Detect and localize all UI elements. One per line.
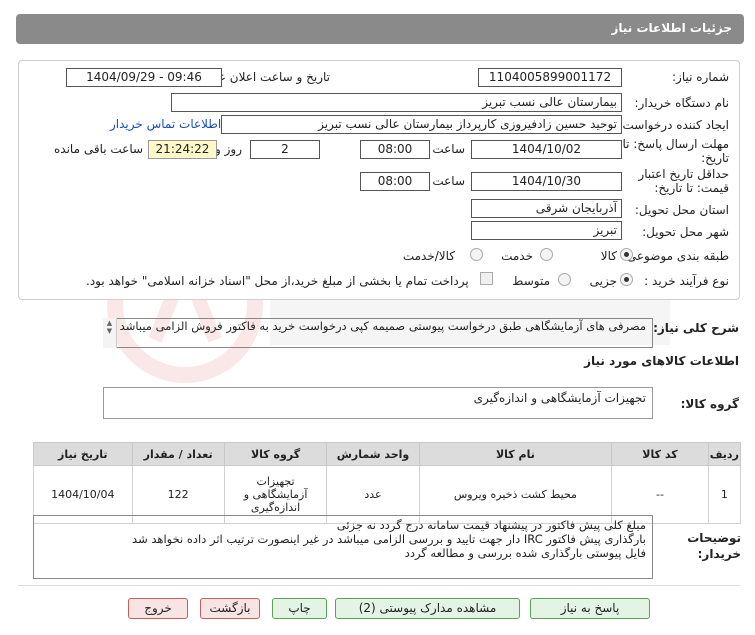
- col-row: ردیف: [707, 442, 742, 466]
- validity-time-field[interactable]: 08:00: [360, 172, 430, 191]
- page-title: جزئیات اطلاعات نیاز: [611, 21, 732, 35]
- need-number-field[interactable]: 1104005899001172: [478, 68, 622, 87]
- col-unit: واحد شمارش: [326, 442, 420, 466]
- exit-button[interactable]: خروج: [128, 598, 188, 619]
- print-button[interactable]: چاپ: [272, 598, 327, 619]
- city-label: شهر محل تحویل:: [642, 225, 729, 239]
- deadline-date-field[interactable]: 1404/10/02: [471, 140, 622, 159]
- back-button[interactable]: بازگشت: [200, 598, 260, 619]
- deadline-time-label: ساعت: [432, 142, 465, 156]
- creator-field[interactable]: توحید حسین زادفیروزی کارپرداز بیمارستان …: [221, 115, 622, 134]
- validity-date-field[interactable]: 1404/10/30: [471, 172, 622, 191]
- days-field[interactable]: 2: [250, 140, 320, 159]
- buyer-note-line: بارگذاری پیش فاکتور IRC دار جهت تایید و …: [132, 532, 646, 546]
- validity-time-label: ساعت: [432, 174, 465, 188]
- city-field[interactable]: تبریز: [471, 221, 622, 240]
- goods-table: ردیف کد کالا نام کالا واحد شمارش گروه کا…: [33, 442, 742, 524]
- deadline-label: مهلت ارسال پاسخ: تا: [622, 137, 729, 151]
- treasury-payment-checkbox[interactable]: [480, 272, 493, 285]
- goods-group-field[interactable]: تجهیزات آزمایشگاهی و اندازه‌گیری: [103, 387, 653, 419]
- col-date: تاریخ نیاز: [33, 442, 133, 466]
- goods-group-label: گروه کالا:: [680, 397, 739, 411]
- contact-buyer-link[interactable]: اطلاعات تماس خریدار: [110, 117, 221, 131]
- deadline-time-field[interactable]: 08:00: [360, 140, 430, 159]
- announce-field[interactable]: 1404/09/29 - 09:46: [66, 68, 222, 87]
- title-bar: جزئیات اطلاعات نیاز: [16, 14, 744, 44]
- goods-section-title: اطلاعات کالاهای مورد نیاز: [584, 354, 739, 368]
- category-option-goods-radio[interactable]: [620, 248, 633, 261]
- reply-button[interactable]: پاسخ به نیاز: [530, 598, 650, 619]
- remaining-label: ساعت باقی مانده: [54, 142, 144, 156]
- creator-label: ایجاد کننده درخواست:: [618, 118, 729, 132]
- remaining-time-field: 21:24:22: [148, 140, 217, 159]
- col-group: گروه کالا: [223, 442, 328, 466]
- cell-row: 1: [707, 465, 742, 524]
- process-label: نوع فرآیند خرید :: [644, 274, 729, 288]
- description-field[interactable]: مصرفی های آزمایشگاهی طبق درخواست پیوستی …: [103, 318, 653, 348]
- process-option-medium-radio[interactable]: [558, 273, 571, 286]
- process-option-small-radio[interactable]: [620, 273, 633, 286]
- divider: [18, 585, 740, 586]
- attachments-button[interactable]: مشاهده مدارک پیوستی (2): [335, 598, 520, 619]
- category-option-both-label: کالا/خدمت: [402, 249, 455, 263]
- buyer-org-label: نام دستگاه خریدار:: [634, 96, 730, 110]
- province-label: استان محل تحویل:: [634, 203, 729, 217]
- buyer-notes-label: توضیحات: [687, 531, 741, 545]
- validity-label: حداقل تاریخ اعتبار: [638, 167, 729, 181]
- category-option-both-radio[interactable]: [470, 248, 483, 261]
- category-label: طبقه بندی موضوعی:: [622, 249, 729, 263]
- validity-date-label: قیمت: تا تاریخ:: [654, 181, 729, 195]
- description-label: شرح کلی نیاز:: [653, 321, 739, 335]
- buyer-note-line: مبلغ کلی پیش فاکتور در پیشنهاد قیمت ساما…: [336, 518, 646, 532]
- province-field[interactable]: آذربایجان شرقی: [471, 199, 622, 218]
- need-number-label: شماره نیاز:: [672, 70, 729, 84]
- col-code: کد کالا: [611, 442, 709, 466]
- deadline-date-label: تاریخ:: [701, 151, 729, 165]
- days-label: روز و: [215, 142, 242, 156]
- buyer-notes-field[interactable]: مبلغ کلی پیش فاکتور در پیشنهاد قیمت ساما…: [33, 515, 653, 579]
- process-option-small-label: جزیی: [589, 274, 617, 288]
- category-option-service-radio[interactable]: [540, 248, 553, 261]
- buyer-notes-label-2: خریدار:: [697, 547, 741, 561]
- col-name: نام کالا: [418, 442, 613, 466]
- col-qty: تعداد / مقدار: [131, 442, 225, 466]
- buyer-note-line: فایل پیوستی بارگذاری شده بررسی و مطالعه …: [404, 546, 646, 560]
- process-option-medium-label: متوسط: [512, 274, 550, 288]
- category-option-service-label: خدمت: [501, 249, 533, 263]
- description-scrollbar[interactable]: ▲ ▼: [103, 318, 117, 348]
- category-option-goods-label: کالا: [600, 249, 617, 263]
- goods-table-header: ردیف کد کالا نام کالا واحد شمارش گروه کا…: [33, 442, 742, 466]
- treasury-payment-note: پرداخت تمام یا بخشی از مبلغ خرید،از محل …: [86, 274, 469, 288]
- buyer-org-field[interactable]: بیمارستان عالی نسب تبریز: [171, 93, 622, 112]
